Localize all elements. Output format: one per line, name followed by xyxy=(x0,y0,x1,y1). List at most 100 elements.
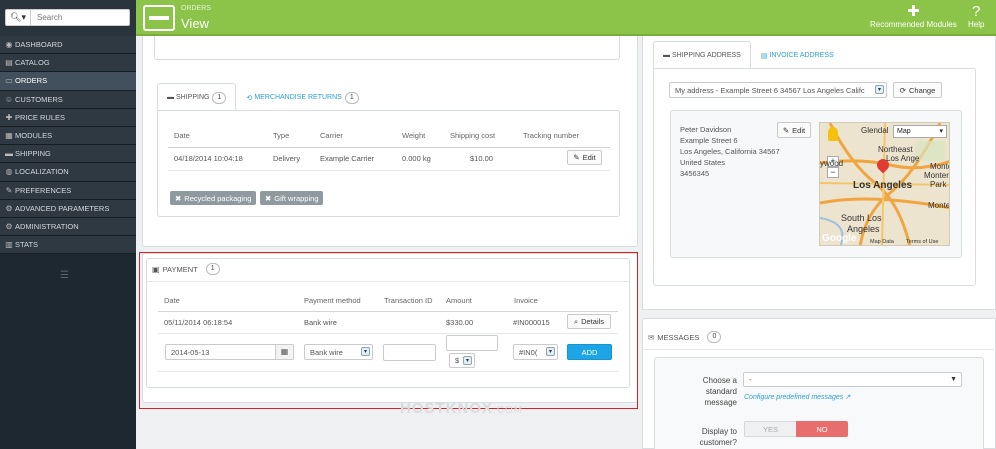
standard-message-select[interactable]: - ▼ xyxy=(743,372,962,387)
configure-messages-link[interactable]: Configure predefined messages ↗ xyxy=(744,393,851,401)
sidebar-item-modules[interactable]: ▦ Modules xyxy=(0,126,136,146)
google-logo: Google xyxy=(822,233,857,244)
shipping-type: Delivery xyxy=(273,154,301,163)
preferences-icon: ✎ xyxy=(5,185,13,195)
shipping-col-tracking: Tracking number xyxy=(523,131,579,140)
shipping-col-weight: Weight xyxy=(402,131,426,140)
sidebar-item-catalog[interactable]: ▤ Catalog xyxy=(0,54,136,73)
returns-count-badge: 1 xyxy=(344,91,359,104)
sidebar-item-price-rules[interactable]: ✚ Price Rules xyxy=(0,108,136,127)
map-type-select[interactable]: Map ▾ xyxy=(893,125,947,138)
shipping-edit-button[interactable]: ✎ Edit xyxy=(567,150,602,165)
address-select[interactable]: My address - Example Street 6 34567 Los … xyxy=(669,82,887,98)
page-header: Orders View ✚ Recommended Modules ? Help xyxy=(136,0,996,36)
highlight-box xyxy=(139,252,638,409)
return-icon: ⟲ xyxy=(246,94,253,102)
address-text: Peter Davidson Example Street 6 Los Ange… xyxy=(680,125,780,178)
chevron-down-icon: ▾ xyxy=(939,128,943,135)
zoom-out-button[interactable]: − xyxy=(827,167,839,178)
standard-message-label: Choose a standard message xyxy=(702,376,737,407)
sidebar-item-label: Dashboard xyxy=(15,40,63,50)
external-link-icon: ↗ xyxy=(845,394,852,401)
collapse-menu-icon[interactable]: ☰ xyxy=(60,270,69,281)
page-title: View xyxy=(181,16,209,31)
breadcrumb[interactable]: Orders xyxy=(181,5,211,12)
sidebar-item-stats[interactable]: ▥ Stats xyxy=(0,236,136,255)
tab-shipping-address[interactable]: ▬ Shipping Address xyxy=(653,41,751,69)
display-to-customer-label: Display to customer? xyxy=(699,427,737,447)
sidebar-item-preferences[interactable]: ✎ Preferences xyxy=(0,181,136,200)
shipping-col-carrier: Carrier xyxy=(320,131,343,140)
sidebar-item-label: Shipping xyxy=(15,149,51,159)
sidebar-item-shipping[interactable]: ▬ Shipping xyxy=(0,145,136,164)
sidebar-item-dashboard[interactable]: ◉ Dashboard xyxy=(0,36,136,55)
tab-shipping[interactable]: ▬ Shipping 1 xyxy=(157,83,237,111)
recycled-packaging-badge: ✖ Recycled packaging xyxy=(170,191,257,205)
shipping-icon: ▬ xyxy=(5,149,13,159)
catalog-icon: ▤ xyxy=(5,58,13,68)
previous-section-bottom xyxy=(154,36,620,60)
sidebar: 🔍︎▾ ◉Dashboard▤Catalog▭Orders☺Customers✚… xyxy=(0,0,136,449)
sidebar-item-localization[interactable]: ◍ Localization xyxy=(0,163,136,182)
recommended-modules-button[interactable]: ✚ Recommended Modules xyxy=(870,3,957,29)
shipping-weight: 0.000 kg xyxy=(402,154,431,163)
search-input[interactable] xyxy=(31,9,130,26)
messages-count-badge: 0 xyxy=(707,331,722,343)
search-icon: 🔍︎▾ xyxy=(10,12,26,22)
localization-icon: ◍ xyxy=(5,167,13,177)
display-to-customer-toggle[interactable]: YES NO xyxy=(744,421,848,437)
toggle-yes[interactable]: YES xyxy=(744,421,796,437)
gift-wrapping-badge: ✖ Gift wrapping xyxy=(260,191,324,205)
change-address-button[interactable]: ⟳ Change xyxy=(893,82,942,98)
shipping-col-cost: Shipping cost xyxy=(450,131,496,140)
sidebar-item-orders[interactable]: ▭ Orders xyxy=(0,72,136,91)
hostknox-watermark: HOSTKNOX.COM xyxy=(400,400,524,417)
puzzle-icon: ✚ xyxy=(907,3,920,20)
messages-heading: ✉ Messages 0 xyxy=(648,331,722,343)
sidebar-item-label: Price Rules xyxy=(15,112,66,122)
price-rules-icon: ✚ xyxy=(5,112,13,122)
shipping-col-date: Date xyxy=(174,131,190,140)
help-icon: ? xyxy=(972,3,981,20)
shipping-count-badge: 1 xyxy=(212,91,227,104)
sidebar-item-label: Preferences xyxy=(15,185,72,195)
pencil-icon: ✎ xyxy=(573,153,580,162)
sidebar-item-administration[interactable]: ⚙ Administration xyxy=(0,217,136,237)
address-map[interactable]: Map ▾ + − Glendal Northeast Los Ange ywo… xyxy=(819,122,950,246)
sidebar-item-label: Localization xyxy=(15,167,69,177)
modules-icon: ▦ xyxy=(5,131,13,141)
shipping-date: 04/18/2014 10:04:18 xyxy=(174,154,243,163)
sidebar-item-customers[interactable]: ☺ Customers xyxy=(0,90,136,109)
truck-icon: ▬ xyxy=(663,52,670,59)
stats-icon: ▥ xyxy=(5,240,13,250)
orders-icon xyxy=(143,5,175,31)
file-icon: ▤ xyxy=(760,52,768,60)
administration-icon: ⚙ xyxy=(5,221,13,231)
customers-icon: ☺ xyxy=(4,94,14,104)
chevron-down-icon: ▾ xyxy=(875,85,884,94)
toggle-no[interactable]: NO xyxy=(796,421,848,437)
search-scope-dropdown[interactable]: 🔍︎▾ xyxy=(5,9,31,26)
sidebar-item-label: Advanced Parameters xyxy=(15,203,110,213)
help-button[interactable]: ? Help xyxy=(968,3,984,29)
advanced-parameters-icon: ⚙ xyxy=(5,203,13,213)
address-edit-button[interactable]: ✎ Edit xyxy=(777,122,811,138)
sidebar-item-advanced-parameters[interactable]: ⚙ Advanced Parameters xyxy=(0,199,136,218)
tab-merchandise-returns[interactable]: ⟲ Merchandise Returns 1 xyxy=(236,83,368,111)
remove-icon: ✖ xyxy=(265,193,272,203)
shipping-carrier: Example Carrier xyxy=(320,154,375,163)
truck-icon: ▬ xyxy=(167,94,174,101)
pencil-icon: ✎ xyxy=(782,125,790,135)
refresh-icon: ⟳ xyxy=(899,85,906,95)
remove-icon: ✖ xyxy=(175,193,182,203)
orders-icon: ▭ xyxy=(5,76,13,86)
sidebar-item-label: Orders xyxy=(15,76,48,86)
chevron-down-icon: ▼ xyxy=(950,376,957,383)
search-area: 🔍︎▾ xyxy=(0,0,136,36)
tab-invoice-address[interactable]: ▤ Invoice Address xyxy=(751,41,844,69)
pegman-icon[interactable] xyxy=(828,127,838,141)
dashboard-icon: ◉ xyxy=(5,40,13,50)
shipping-col-type: Type xyxy=(273,131,290,140)
sidebar-item-label: Customers xyxy=(15,94,63,104)
sidebar-item-label: Catalog xyxy=(15,58,50,68)
